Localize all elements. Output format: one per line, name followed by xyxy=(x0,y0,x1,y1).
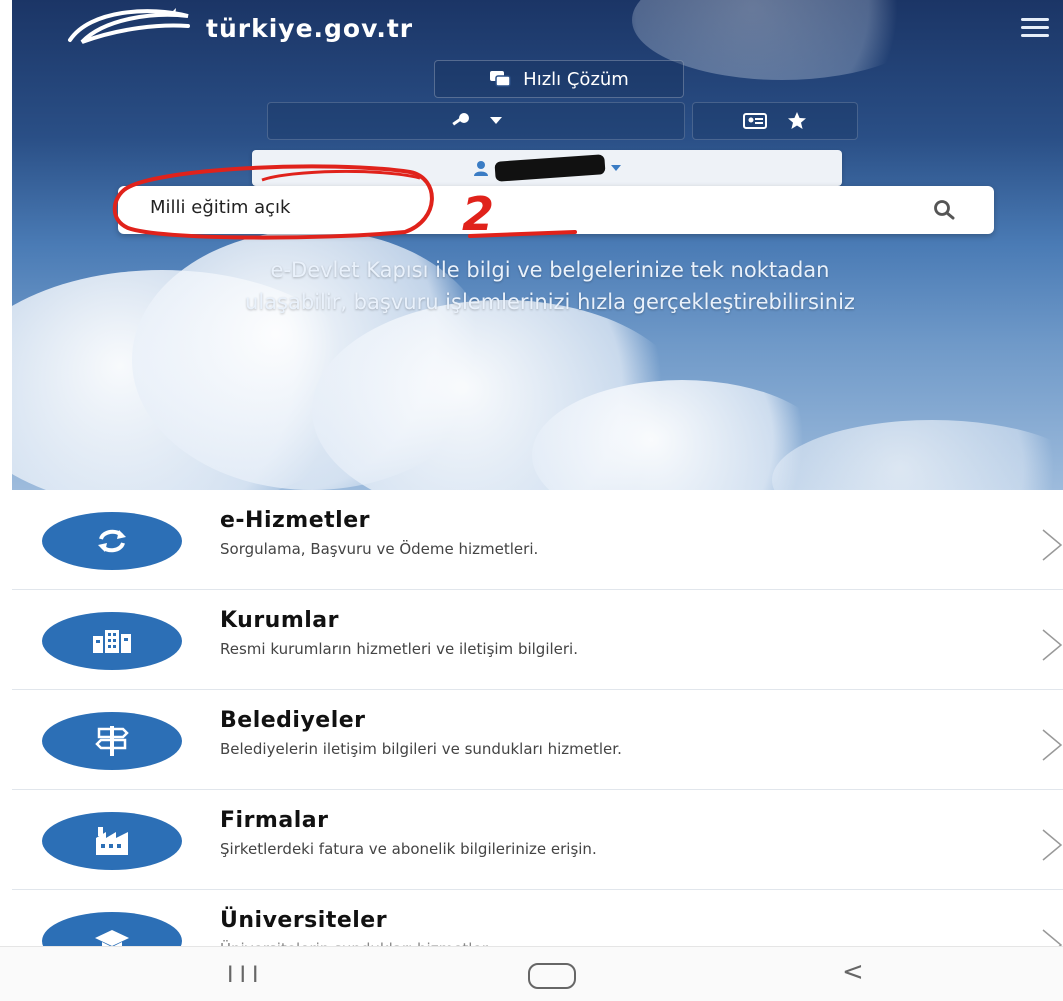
category-title: Firmalar xyxy=(220,808,329,833)
android-nav-bar: III < xyxy=(0,946,1063,1001)
category-desc: Resmi kurumların hizmetleri ve iletişim … xyxy=(220,640,578,658)
recent-apps-button[interactable]: III xyxy=(227,963,264,988)
category-icon-badge xyxy=(42,712,182,770)
category-item-belediyeler[interactable]: Belediyeler Belediyelerin iletişim bilgi… xyxy=(12,690,1063,790)
hero-banner: türkiye.gov.tr Hızlı Çözüm xyxy=(12,0,1063,490)
logo-text: türkiye.gov.tr xyxy=(206,13,414,43)
search-input[interactable]: Milli eğitim açık xyxy=(150,197,290,218)
factory-icon xyxy=(96,827,128,855)
chevron-right-icon xyxy=(1042,729,1063,761)
chevron-down-icon xyxy=(490,117,502,124)
category-desc: Sorgulama, Başvuru ve Ödeme hizmetleri. xyxy=(220,540,539,558)
signpost-icon xyxy=(95,726,129,756)
tagline-line-2: ulaşabilir, başvuru işlemlerinizi hızla … xyxy=(245,290,855,314)
chat-icon xyxy=(490,71,511,87)
search-bar[interactable]: Milli eğitim açık xyxy=(118,186,994,234)
user-account-button[interactable] xyxy=(252,150,842,186)
category-title: Üniversiteler xyxy=(220,908,388,933)
back-button[interactable]: < xyxy=(842,957,864,987)
category-icon-badge xyxy=(42,512,182,570)
app-screen: türkiye.gov.tr Hızlı Çözüm Milli eğitim … xyxy=(0,0,1063,1001)
user-icon xyxy=(474,161,488,176)
refresh-icon xyxy=(98,529,126,553)
category-title: Belediyeler xyxy=(220,708,366,733)
hamburger-menu-icon[interactable] xyxy=(1021,18,1049,38)
home-button[interactable] xyxy=(528,963,576,989)
category-icon-badge xyxy=(42,612,182,670)
buildings-icon xyxy=(93,630,131,653)
category-title: Kurumlar xyxy=(220,608,339,633)
quick-solution-button[interactable]: Hızlı Çözüm xyxy=(434,60,684,98)
category-item-e-hizmetler[interactable]: e-Hizmetler Sorgulama, Başvuru ve Ödeme … xyxy=(12,490,1063,590)
logo-swoosh-icon xyxy=(68,8,190,44)
star-icon[interactable] xyxy=(787,111,807,131)
category-title: e-Hizmetler xyxy=(220,508,370,533)
tagline-line-1: e-Devlet Kapısı ile bilgi ve belgelerini… xyxy=(270,258,830,282)
category-list: e-Hizmetler Sorgulama, Başvuru ve Ödeme … xyxy=(12,490,1063,989)
key-icon xyxy=(452,113,469,126)
hero-tagline: e-Devlet Kapısı ile bilgi ve belgelerini… xyxy=(100,254,1000,318)
category-item-kurumlar[interactable]: Kurumlar Resmi kurumların hizmetleri ve … xyxy=(12,590,1063,690)
site-logo[interactable]: türkiye.gov.tr xyxy=(60,6,413,50)
category-icon-badge xyxy=(42,812,182,870)
chevron-right-icon xyxy=(1042,629,1063,661)
quick-solution-label: Hızlı Çözüm xyxy=(523,68,629,90)
category-desc: Şirketlerdeki fatura ve abonelik bilgile… xyxy=(220,840,597,858)
category-desc: Belediyelerin iletişim bilgileri ve sund… xyxy=(220,740,622,758)
search-icon[interactable] xyxy=(932,198,956,222)
id-and-favorites-bar xyxy=(692,102,858,140)
left-edge xyxy=(0,0,12,946)
category-item-firmalar[interactable]: Firmalar Şirketlerdeki fatura ve aboneli… xyxy=(12,790,1063,890)
chevron-right-icon xyxy=(1042,529,1063,561)
redacted-username xyxy=(494,154,606,182)
chevron-down-icon xyxy=(611,164,621,171)
chevron-right-icon xyxy=(1042,829,1063,861)
login-dropdown-button[interactable] xyxy=(267,102,685,140)
id-card-icon[interactable] xyxy=(743,113,767,129)
